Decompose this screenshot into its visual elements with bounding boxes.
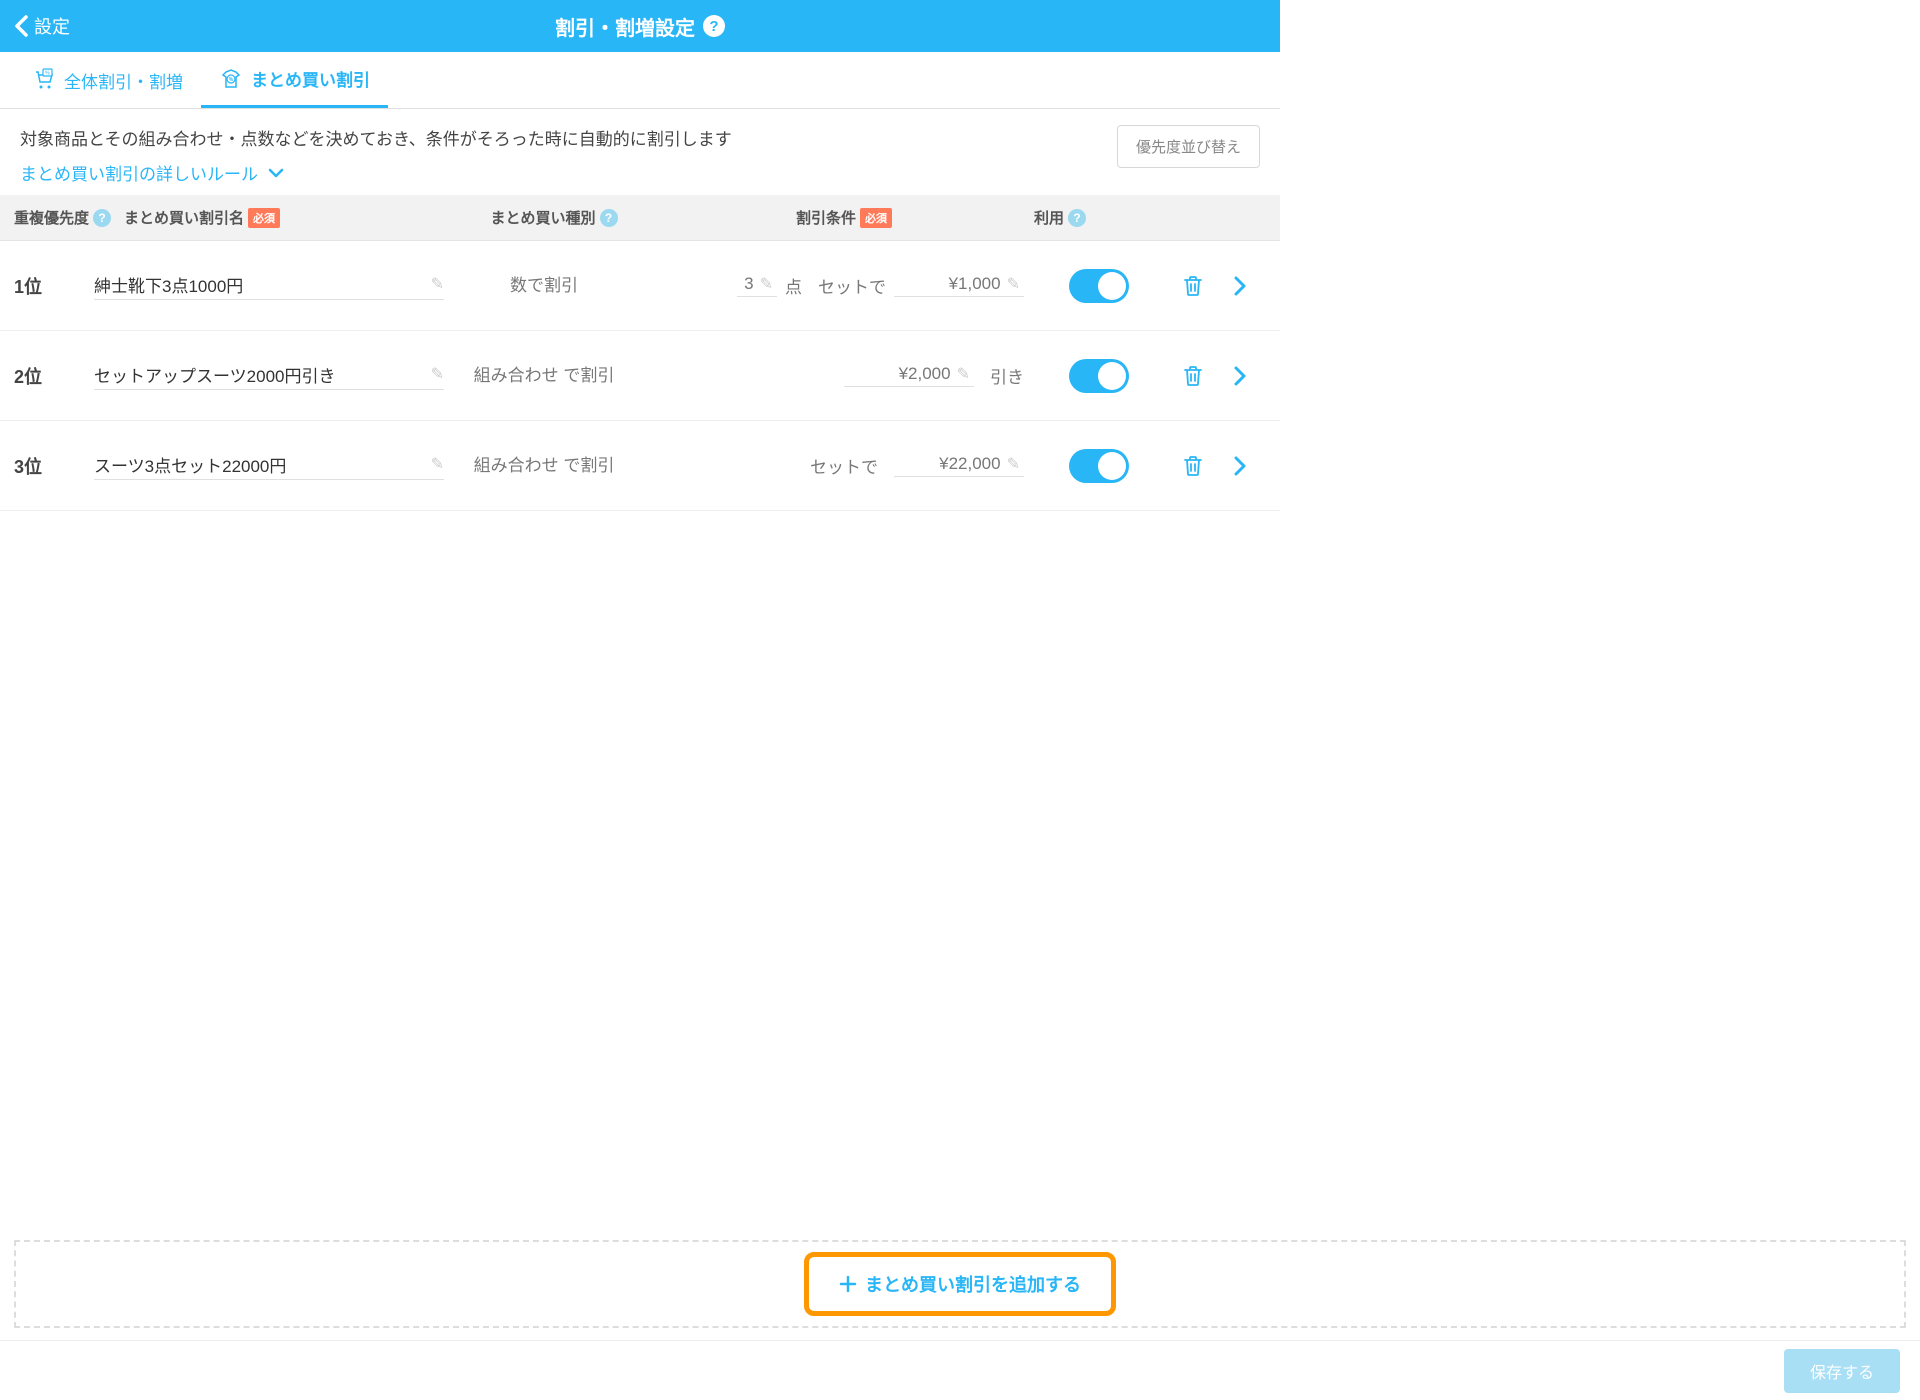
discount-type: 組み合わせ で割引 bbox=[444, 364, 644, 388]
tab-label: 全体割引・割増 bbox=[64, 68, 183, 93]
add-button-label: まとめ買い割引を追加する bbox=[865, 1271, 1081, 1297]
required-badge: 必須 bbox=[860, 208, 892, 228]
reorder-button[interactable]: 優先度並び替え bbox=[1117, 125, 1260, 168]
tab-label: まとめ買い割引 bbox=[251, 66, 370, 91]
back-label: 設定 bbox=[34, 13, 70, 39]
description-text: 対象商品とその組み合わせ・点数などを決めておき、条件がそろった時に自動的に割引し… bbox=[20, 125, 1117, 150]
help-icon[interactable]: ? bbox=[600, 209, 618, 227]
add-discount-button[interactable]: まとめ買い割引を追加する bbox=[839, 1271, 1081, 1297]
priority-rank: 1位 bbox=[14, 273, 94, 299]
discount-condition: セットで ¥22,000 ✎ bbox=[644, 453, 1024, 478]
cart-percent-icon: % bbox=[32, 68, 56, 92]
discount-type: 数で割引 bbox=[444, 274, 644, 298]
pencil-icon: ✎ bbox=[431, 364, 444, 384]
app-header: 設定 割引・割増設定 ? bbox=[0, 0, 1280, 52]
chevron-right-icon[interactable] bbox=[1234, 276, 1246, 296]
svg-text:%: % bbox=[45, 71, 50, 77]
enable-toggle[interactable] bbox=[1069, 449, 1129, 483]
enable-toggle[interactable] bbox=[1069, 359, 1129, 393]
add-highlight: まとめ買い割引を追加する bbox=[804, 1252, 1116, 1316]
help-icon[interactable]: ? bbox=[93, 209, 111, 227]
column-use: 利用 ? bbox=[1034, 207, 1134, 228]
pencil-icon: ✎ bbox=[760, 274, 773, 294]
chevron-left-icon bbox=[14, 15, 28, 37]
table-row: 3位 スーツ3点セット22000円 ✎ 組み合わせ で割引 セットで ¥22,0… bbox=[0, 421, 1280, 511]
chevron-down-icon bbox=[268, 168, 284, 178]
help-icon[interactable]: ? bbox=[703, 15, 725, 37]
priority-rank: 3位 bbox=[14, 453, 94, 479]
back-button[interactable]: 設定 bbox=[14, 13, 70, 39]
shirt-percent-icon: % bbox=[219, 67, 243, 91]
discount-name-input[interactable]: 紳士靴下3点1000円 ✎ bbox=[94, 272, 444, 300]
pencil-icon: ✎ bbox=[431, 454, 444, 474]
column-priority: 重複優先度 ? bbox=[14, 207, 124, 228]
required-badge: 必須 bbox=[248, 208, 280, 228]
pencil-icon: ✎ bbox=[431, 274, 444, 294]
discount-condition: 3 ✎ 点 セットで ¥1,000 ✎ bbox=[644, 273, 1024, 298]
column-name: まとめ買い割引名 必須 bbox=[124, 207, 454, 228]
trash-icon[interactable] bbox=[1182, 454, 1204, 478]
add-discount-area: まとめ買い割引を追加する bbox=[14, 1240, 1906, 1328]
quantity-input[interactable]: 3 ✎ bbox=[737, 274, 777, 297]
discount-type: 組み合わせ で割引 bbox=[444, 454, 644, 478]
price-input[interactable]: ¥22,000 ✎ bbox=[894, 454, 1024, 477]
page-title: 割引・割増設定 ? bbox=[555, 12, 725, 41]
table-header: 重複優先度 ? まとめ買い割引名 必須 まとめ買い種別 ? 割引条件 必須 利用… bbox=[0, 195, 1280, 241]
plus-icon bbox=[839, 1275, 857, 1293]
rules-link[interactable]: まとめ買い割引の詳しいルール bbox=[20, 160, 1117, 185]
tabs: % 全体割引・割増 % まとめ買い割引 bbox=[0, 52, 1280, 109]
price-input[interactable]: ¥2,000 ✎ bbox=[844, 364, 974, 387]
table-row: 2位 セットアップスーツ2000円引き ✎ 組み合わせ で割引 ¥2,000 ✎… bbox=[0, 331, 1280, 421]
pencil-icon: ✎ bbox=[1007, 454, 1020, 474]
chevron-right-icon[interactable] bbox=[1234, 366, 1246, 386]
enable-toggle[interactable] bbox=[1069, 269, 1129, 303]
discount-name-input[interactable]: セットアップスーツ2000円引き ✎ bbox=[94, 362, 444, 390]
trash-icon[interactable] bbox=[1182, 274, 1204, 298]
tab-bulk-discount[interactable]: % まとめ買い割引 bbox=[201, 52, 388, 108]
priority-rank: 2位 bbox=[14, 363, 94, 389]
tab-global-discount[interactable]: % 全体割引・割増 bbox=[14, 52, 201, 108]
save-button[interactable]: 保存する bbox=[1784, 1349, 1900, 1393]
trash-icon[interactable] bbox=[1182, 364, 1204, 388]
column-condition: 割引条件 必須 bbox=[654, 207, 1034, 228]
help-icon[interactable]: ? bbox=[1068, 209, 1086, 227]
pencil-icon: ✎ bbox=[957, 364, 970, 384]
table-row: 1位 紳士靴下3点1000円 ✎ 数で割引 3 ✎ 点 セットで ¥1,000 … bbox=[0, 241, 1280, 331]
footer: 保存する bbox=[0, 1340, 1920, 1400]
discount-name-input[interactable]: スーツ3点セット22000円 ✎ bbox=[94, 452, 444, 480]
svg-text:%: % bbox=[229, 77, 234, 83]
chevron-right-icon[interactable] bbox=[1234, 456, 1246, 476]
description-area: 対象商品とその組み合わせ・点数などを決めておき、条件がそろった時に自動的に割引し… bbox=[0, 109, 1280, 195]
price-input[interactable]: ¥1,000 ✎ bbox=[894, 274, 1024, 297]
discount-condition: ¥2,000 ✎ 引き bbox=[644, 363, 1024, 388]
pencil-icon: ✎ bbox=[1007, 274, 1020, 294]
column-type: まとめ買い種別 ? bbox=[454, 207, 654, 228]
